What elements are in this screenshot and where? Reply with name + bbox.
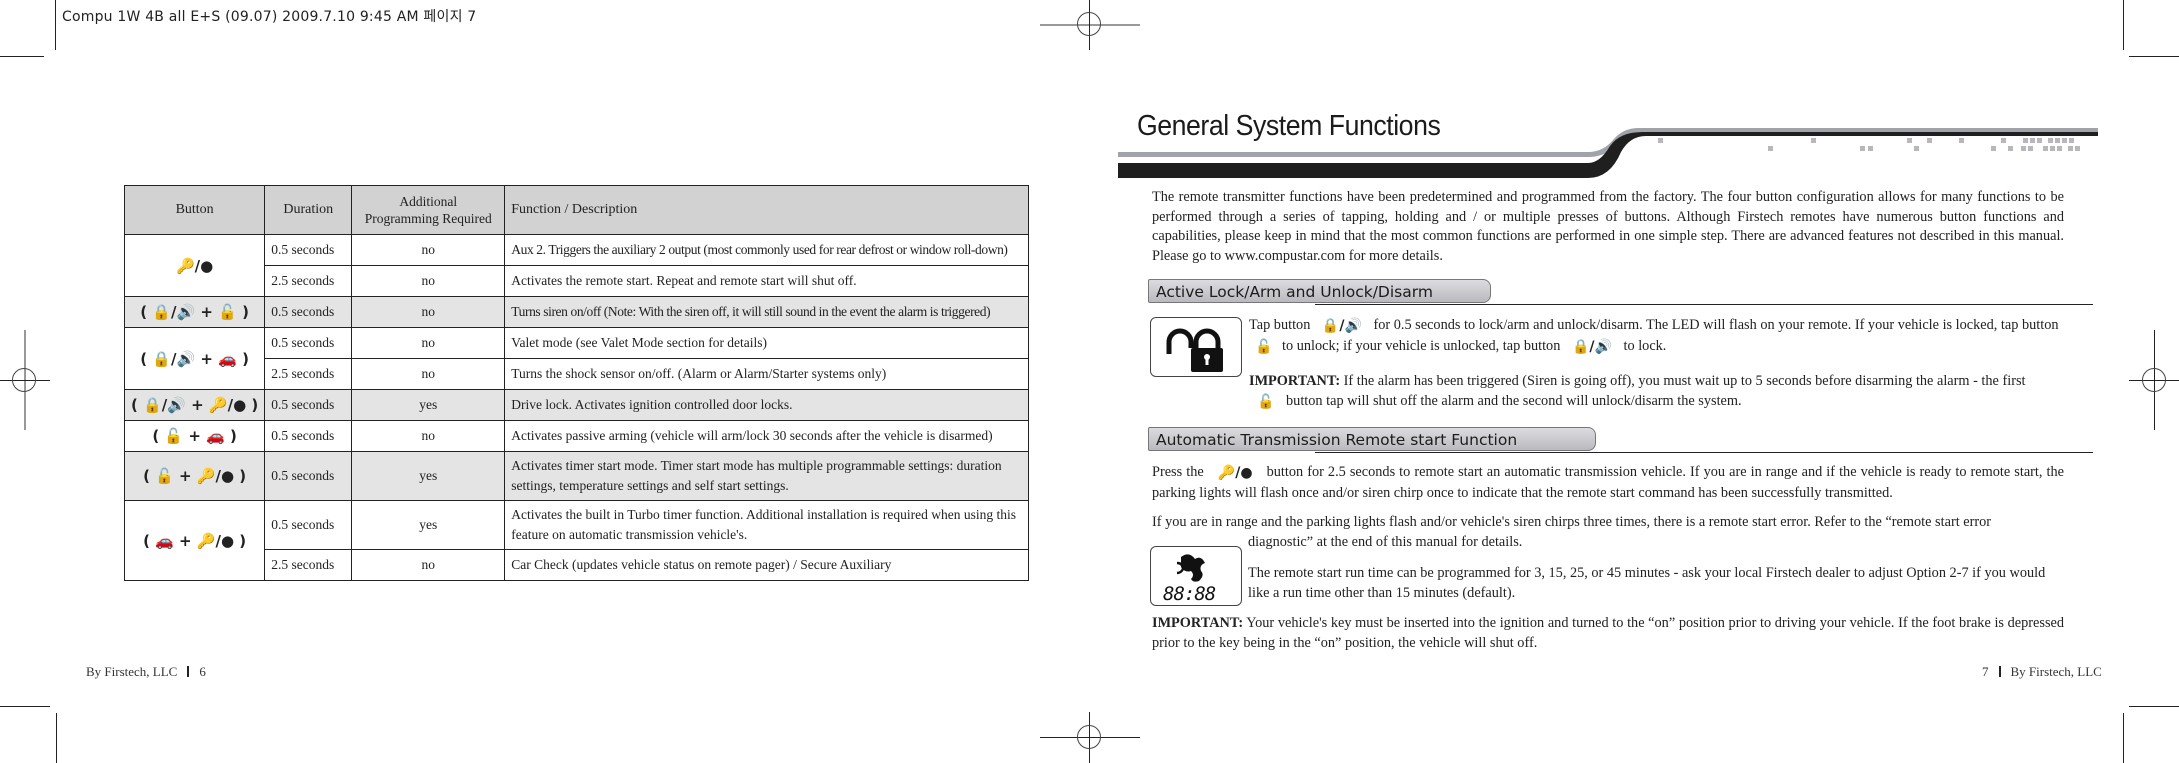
unlock-button-icon: 🔓	[1257, 393, 1275, 410]
duration-cell: 0.5 seconds	[264, 389, 353, 421]
crop-mark	[56, 713, 57, 763]
footer-divider	[1998, 666, 2001, 677]
function-cell: Car Check (updates vehicle status on rem…	[504, 549, 1029, 581]
function-cell: Activates the remote start. Repeat and r…	[504, 265, 1029, 297]
function-cell: Aux 2. Triggers the auxiliary 2 output (…	[504, 234, 1029, 266]
button-combo-trunk-key: ( 🚗 + 🔑/● )	[123, 500, 266, 581]
lcd-digits: 88:88	[1163, 583, 1216, 605]
table-row: ( 🔓 + 🚗 ) 0.5 seconds no Activates passi…	[123, 420, 1029, 452]
printer-slug: Compu 1W 4B all E+S (09.07) 2009.7.10 9:…	[62, 9, 477, 25]
programming-cell: no	[351, 265, 506, 297]
padlock-open-closed-icon	[1166, 328, 1223, 372]
button-combo-key-led: 🔑/●	[123, 234, 266, 297]
decorative-dots	[1658, 138, 2080, 151]
crop-mark	[2123, 0, 2124, 50]
intro-paragraph: The remote transmitter functions have be…	[1152, 189, 2064, 264]
footer-publisher: By Firstech, LLC	[86, 664, 178, 679]
footer-page-number: 7	[1982, 664, 1989, 679]
car-plus-key-icon: ( 🚗 + 🔑/● )	[143, 531, 247, 550]
lock-siren-plus-car-icon: ( 🔒/🔊 + 🚗 )	[140, 349, 249, 368]
table-row: ( 🔒/🔊 + 🔑/● ) 0.5 seconds yes Drive lock…	[123, 389, 1029, 421]
header-additional-programming: Additional Programming Required	[351, 185, 506, 235]
lock-unlock-important: IMPORTANT: If the alarm has been trigger…	[1152, 372, 2064, 412]
duration-cell: 2.5 seconds	[264, 549, 353, 581]
programming-cell: no	[351, 549, 506, 581]
duration-cell: 0.5 seconds	[264, 296, 353, 328]
lock-siren-button-icon: 🔒/🔊	[1571, 338, 1612, 355]
function-cell: Turns siren on/off (Note: With the siren…	[504, 296, 1029, 328]
table-header-row: Button Duration Additional Programming R…	[123, 185, 1029, 235]
crop-mark	[0, 56, 44, 57]
remote-start-important: IMPORTANT: Your vehicle's key must be in…	[1152, 615, 2064, 651]
unlock-plus-car-icon: ( 🔓 + 🚗 )	[152, 427, 237, 445]
section-heading-lock-unlock: Active Lock/Arm and Unlock/Disarm	[1148, 279, 1491, 303]
crop-mark	[2129, 706, 2179, 707]
function-cell: Drive lock. Activates ignition controlle…	[504, 389, 1029, 421]
lock-unlock-illustration	[1150, 317, 1242, 377]
function-cell: Activates timer start mode. Timer start …	[504, 451, 1029, 501]
table-row: ( 🔒/🔊 + 🔓 ) 0.5 seconds no Turns siren o…	[123, 296, 1029, 328]
table-row: ( 🚗 + 🔑/● ) 0.5 seconds yes Activates th…	[123, 500, 1029, 581]
section-rule	[1315, 452, 2093, 453]
programming-cell: no	[351, 420, 506, 452]
footer-page-number: 6	[199, 664, 206, 679]
function-cell: Activates the built in Turbo timer funct…	[504, 500, 1029, 550]
programming-cell: yes	[351, 389, 506, 421]
function-cell: Activates passive arming (vehicle will a…	[504, 420, 1029, 452]
duration-cell: 2.5 seconds	[264, 265, 353, 297]
duration-cell: 0.5 seconds	[264, 420, 353, 452]
function-cell: Turns the shock sensor on/off. (Alarm or…	[504, 358, 1029, 390]
duration-cell: 0.5 seconds	[264, 327, 353, 359]
remote-start-display-illustration: 88:88	[1150, 546, 1242, 606]
duration-cell: 0.5 seconds	[264, 500, 353, 550]
function-cell: Valet mode (see Valet Mode section for d…	[504, 327, 1029, 359]
unlock-plus-key-icon: ( 🔓 + 🔑/● )	[143, 467, 247, 485]
key-led-icon: 🔑/●	[176, 256, 214, 275]
lock-siren-plus-key-icon: ( 🔒/🔊 + 🔑/● )	[131, 396, 259, 414]
programming-cell: no	[351, 296, 506, 328]
key-led-button-icon: 🔑/●	[1217, 465, 1253, 481]
table-row: 🔑/● 0.5 seconds no Aux 2. Triggers the a…	[123, 234, 1029, 297]
left-page-footer: By Firstech, LLC 6	[86, 664, 206, 680]
button-combo-lock-trunk: ( 🔒/🔊 + 🚗 )	[123, 327, 266, 390]
lock-siren-plus-unlock-icon: ( 🔒/🔊 + 🔓 )	[140, 303, 249, 321]
footer-publisher: By Firstech, LLC	[2010, 664, 2102, 679]
important-label: IMPORTANT:	[1152, 615, 1244, 631]
header-duration: Duration	[264, 185, 353, 235]
right-page-footer: 7 By Firstech, LLC	[1982, 664, 2102, 680]
important-label: IMPORTANT:	[1249, 373, 1341, 389]
lock-siren-button-icon: 🔒/🔊	[1321, 318, 1362, 334]
duration-cell: 2.5 seconds	[264, 358, 353, 390]
duration-cell: 0.5 seconds	[264, 451, 353, 501]
button-combo-unlock-trunk: ( 🔓 + 🚗 )	[123, 420, 266, 452]
lock-unlock-paragraph-1: Tap button 🔒/🔊 for 0.5 seconds to lock/a…	[1249, 316, 2064, 357]
section-heading-remote-start: Automatic Transmission Remote start Func…	[1148, 427, 1596, 451]
footer-divider	[187, 666, 190, 677]
header-swoosh-banner	[1118, 128, 2098, 178]
header-function: Function / Description	[504, 185, 1029, 235]
remote-start-paragraph-1: Press the 🔑/● button for 2.5 seconds to …	[1152, 464, 2064, 501]
programming-cell: yes	[351, 500, 506, 550]
unlock-button-icon: 🔓	[1255, 338, 1273, 355]
crop-mark	[0, 706, 50, 707]
duration-cell: 0.5 seconds	[264, 234, 353, 266]
programming-cell: yes	[351, 451, 506, 501]
header-button: Button	[123, 185, 266, 235]
table-row: ( 🔒/🔊 + 🚗 ) 0.5 seconds no Valet mode (s…	[123, 327, 1029, 390]
programming-cell: no	[351, 358, 506, 390]
table-row: ( 🔓 + 🔑/● ) 0.5 seconds yes Activates ti…	[123, 451, 1029, 501]
button-function-table: Button Duration Additional Programming R…	[123, 185, 1029, 581]
button-combo-lock-unlock: ( 🔒/🔊 + 🔓 )	[123, 296, 266, 328]
section-rule	[1315, 304, 2093, 305]
crop-mark	[55, 0, 56, 50]
button-combo-lock-key: ( 🔒/🔊 + 🔑/● )	[123, 389, 266, 421]
button-combo-unlock-key: ( 🔓 + 🔑/● )	[123, 451, 266, 501]
programming-cell: no	[351, 327, 506, 359]
crop-mark	[2123, 713, 2124, 763]
crop-mark	[2129, 56, 2179, 57]
programming-cell: no	[351, 234, 506, 266]
remote-start-paragraph-3: The remote start run time can be program…	[1248, 565, 2046, 601]
remote-start-paragraph-2: If you are in range and the parking ligh…	[1152, 514, 1992, 550]
